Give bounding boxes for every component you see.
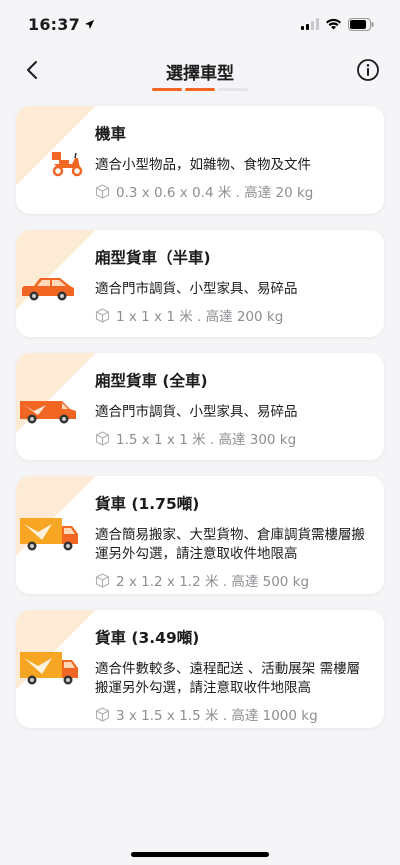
car-icon bbox=[22, 278, 74, 301]
progress-step-1 bbox=[152, 88, 182, 91]
box-icon bbox=[95, 307, 110, 323]
vehicle-description: 適合門市調貨、小型家具、易碎品 bbox=[95, 404, 298, 420]
vehicle-description: 適合件數較多、遠程配送 、活動展架 需樓層搬運另外勾選，請注意取收件地限高 bbox=[95, 661, 361, 696]
motorcycle-icon bbox=[52, 152, 83, 177]
box-icon bbox=[95, 430, 110, 446]
vehicle-description: 適合簡易搬家、大型貨物、倉庫調貨需樓層搬運另外勾選，請注意取收件地限高 bbox=[95, 527, 365, 562]
truck-icon bbox=[20, 518, 78, 551]
wifi-icon bbox=[326, 18, 341, 30]
status-icons bbox=[301, 17, 374, 31]
home-indicator[interactable] bbox=[131, 852, 269, 857]
vehicle-spec: 3 x 1.5 x 1.5 米 . 高達 1000 kg bbox=[95, 704, 372, 724]
truck-large-icon bbox=[20, 652, 78, 685]
vehicle-spec: 1.5 x 1 x 1 米 . 高達 300 kg bbox=[95, 428, 372, 448]
vehicle-description: 適合小型物品，如雜物、食物及文件 bbox=[95, 157, 311, 173]
vehicle-spec-text: 1.5 x 1 x 1 米 . 高達 300 kg bbox=[116, 432, 297, 448]
status-time: 16:37 bbox=[28, 15, 95, 34]
vehicle-spec-text: 1 x 1 x 1 米 . 高達 200 kg bbox=[116, 309, 284, 325]
vehicle-spec: 2 x 1.2 x 1.2 米 . 高達 500 kg bbox=[95, 570, 372, 590]
back-button[interactable] bbox=[18, 56, 46, 84]
progress-step-3 bbox=[218, 88, 248, 91]
vehicle-name: 貨車 (3.49噸) bbox=[95, 629, 200, 647]
vehicle-spec-text: 2 x 1.2 x 1.2 米 . 高達 500 kg bbox=[116, 574, 310, 590]
page-title: 選擇車型 bbox=[166, 63, 234, 84]
vehicle-card-truck-3-49[interactable]: 貨車 (3.49噸) 適合件數較多、遠程配送 、活動展架 需樓層搬運另外勾選，請… bbox=[16, 610, 384, 728]
vehicle-name: 廂型貨車 (全車) bbox=[95, 372, 208, 390]
vehicle-spec-text: 0.3 x 0.6 x 0.4 米 . 高達 20 kg bbox=[116, 185, 314, 201]
vehicle-spec: 0.3 x 0.6 x 0.4 米 . 高達 20 kg bbox=[95, 181, 372, 201]
chevron-left-icon bbox=[27, 61, 37, 79]
info-icon bbox=[357, 59, 379, 81]
progress-step-2 bbox=[185, 88, 215, 91]
vehicle-card-motorcycle[interactable]: 機車 適合小型物品，如雜物、食物及文件 0.3 x 0.6 x 0.4 米 . … bbox=[16, 106, 384, 214]
step-progress bbox=[152, 88, 248, 91]
location-arrow-icon bbox=[84, 19, 95, 29]
vehicle-card-truck-1-75[interactable]: 貨車 (1.75噸) 適合簡易搬家、大型貨物、倉庫調貨需樓層搬運另外勾選，請注意… bbox=[16, 476, 384, 594]
van-icon bbox=[20, 401, 76, 424]
vehicle-spec-text: 3 x 1.5 x 1.5 米 . 高達 1000 kg bbox=[116, 708, 318, 724]
battery-icon bbox=[348, 17, 374, 31]
vehicle-spec: 1 x 1 x 1 米 . 高達 200 kg bbox=[95, 305, 372, 325]
box-icon bbox=[95, 183, 110, 199]
vehicle-description: 適合門市調貨、小型家具、易碎品 bbox=[95, 281, 298, 297]
vehicle-list: 機車 適合小型物品，如雜物、食物及文件 0.3 x 0.6 x 0.4 米 . … bbox=[16, 106, 384, 744]
vehicle-card-full-van[interactable]: 廂型貨車 (全車) 適合門市調貨、小型家具、易碎品 1.5 x 1 x 1 米 … bbox=[16, 353, 384, 460]
info-button[interactable] bbox=[354, 56, 382, 84]
vehicle-card-half-van[interactable]: 廂型貨車（半車) 適合門市調貨、小型家具、易碎品 1 x 1 x 1 米 . 高… bbox=[16, 230, 384, 337]
vehicle-name: 機車 bbox=[95, 125, 127, 143]
box-icon bbox=[95, 706, 110, 722]
status-bar: 16:37 bbox=[0, 0, 400, 48]
vehicle-name: 貨車 (1.75噸) bbox=[95, 495, 200, 513]
box-icon bbox=[95, 572, 110, 588]
vehicle-name: 廂型貨車（半車) bbox=[95, 249, 211, 267]
cellular-signal-icon bbox=[301, 18, 319, 30]
